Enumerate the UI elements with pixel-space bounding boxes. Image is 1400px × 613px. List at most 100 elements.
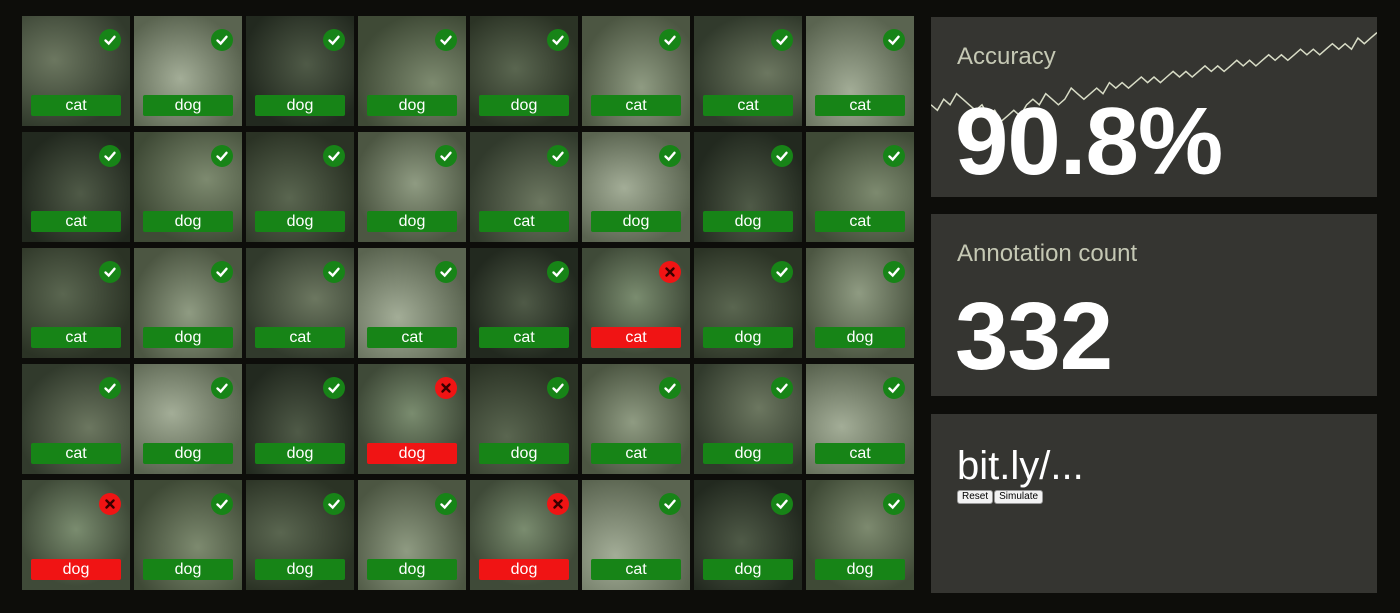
class-label: cat bbox=[255, 327, 345, 348]
image-tile[interactable]: cat bbox=[22, 132, 130, 242]
check-icon bbox=[323, 493, 345, 515]
check-icon bbox=[547, 261, 569, 283]
short-link[interactable]: bit.ly/... bbox=[957, 444, 1084, 489]
check-icon bbox=[435, 145, 457, 167]
class-label: dog bbox=[143, 327, 233, 348]
check-icon bbox=[211, 29, 233, 51]
check-icon bbox=[435, 29, 457, 51]
image-tile[interactable]: cat bbox=[806, 132, 914, 242]
image-tile[interactable]: dog bbox=[22, 480, 130, 590]
check-icon bbox=[99, 145, 121, 167]
cross-icon bbox=[547, 493, 569, 515]
class-label: cat bbox=[31, 95, 121, 116]
check-icon bbox=[771, 377, 793, 399]
cross-icon bbox=[99, 493, 121, 515]
image-tile[interactable]: cat bbox=[22, 364, 130, 474]
image-tile[interactable]: dog bbox=[134, 364, 242, 474]
control-buttons: Reset Simulate bbox=[957, 490, 1044, 504]
simulate-button[interactable]: Simulate bbox=[994, 490, 1044, 504]
image-tile[interactable]: dog bbox=[806, 248, 914, 358]
class-label: dog bbox=[815, 559, 905, 580]
check-icon bbox=[99, 377, 121, 399]
image-tile[interactable]: dog bbox=[470, 480, 578, 590]
image-tile[interactable]: dog bbox=[358, 16, 466, 126]
check-icon bbox=[323, 377, 345, 399]
check-icon bbox=[883, 493, 905, 515]
class-label: cat bbox=[479, 211, 569, 232]
class-label: dog bbox=[815, 327, 905, 348]
class-label: dog bbox=[367, 95, 457, 116]
image-tile[interactable]: dog bbox=[470, 364, 578, 474]
check-icon bbox=[883, 145, 905, 167]
check-icon bbox=[211, 145, 233, 167]
class-label: dog bbox=[143, 95, 233, 116]
class-label: dog bbox=[479, 95, 569, 116]
image-tile[interactable]: dog bbox=[246, 480, 354, 590]
accuracy-panel: Accuracy 90.8% bbox=[931, 17, 1377, 197]
image-tile[interactable]: cat bbox=[806, 364, 914, 474]
class-label: cat bbox=[815, 95, 905, 116]
image-tile[interactable]: cat bbox=[22, 16, 130, 126]
image-tile[interactable]: cat bbox=[470, 132, 578, 242]
image-tile[interactable]: dog bbox=[358, 132, 466, 242]
image-tile[interactable]: dog bbox=[134, 16, 242, 126]
class-label: dog bbox=[479, 559, 569, 580]
check-icon bbox=[211, 261, 233, 283]
image-tile[interactable]: dog bbox=[694, 364, 802, 474]
class-label: cat bbox=[591, 443, 681, 464]
image-tile[interactable]: dog bbox=[246, 16, 354, 126]
image-tile[interactable]: cat bbox=[470, 248, 578, 358]
check-icon bbox=[435, 493, 457, 515]
image-tile[interactable]: dog bbox=[246, 132, 354, 242]
image-tile[interactable]: dog bbox=[470, 16, 578, 126]
check-icon bbox=[659, 493, 681, 515]
check-icon bbox=[883, 377, 905, 399]
class-label: cat bbox=[815, 211, 905, 232]
class-label: cat bbox=[591, 95, 681, 116]
class-label: dog bbox=[255, 443, 345, 464]
class-label: cat bbox=[31, 327, 121, 348]
image-tile[interactable]: dog bbox=[134, 132, 242, 242]
class-label: dog bbox=[143, 443, 233, 464]
cross-icon bbox=[435, 377, 457, 399]
class-label: dog bbox=[143, 559, 233, 580]
class-label: dog bbox=[367, 559, 457, 580]
image-tile[interactable]: cat bbox=[806, 16, 914, 126]
image-tile[interactable]: dog bbox=[806, 480, 914, 590]
image-grid: cat dog dog dog dog cat cat cat cat dog dog dog cat d… bbox=[22, 16, 914, 590]
image-tile[interactable]: cat bbox=[22, 248, 130, 358]
image-tile[interactable]: dog bbox=[134, 480, 242, 590]
image-tile[interactable]: dog bbox=[134, 248, 242, 358]
class-label: dog bbox=[703, 443, 793, 464]
image-tile[interactable]: dog bbox=[694, 132, 802, 242]
class-label: cat bbox=[31, 443, 121, 464]
image-tile[interactable]: cat bbox=[582, 248, 690, 358]
class-label: cat bbox=[479, 327, 569, 348]
check-icon bbox=[771, 29, 793, 51]
image-tile[interactable]: cat bbox=[582, 364, 690, 474]
check-icon bbox=[659, 145, 681, 167]
image-tile[interactable]: dog bbox=[582, 132, 690, 242]
link-panel: bit.ly/... Reset Simulate bbox=[931, 414, 1377, 593]
image-tile[interactable]: dog bbox=[694, 248, 802, 358]
class-label: cat bbox=[591, 327, 681, 348]
image-tile[interactable]: dog bbox=[246, 364, 354, 474]
class-label: dog bbox=[703, 327, 793, 348]
class-label: dog bbox=[479, 443, 569, 464]
accuracy-value: 90.8% bbox=[955, 88, 1223, 195]
image-tile[interactable]: cat bbox=[582, 480, 690, 590]
image-tile[interactable]: dog bbox=[694, 480, 802, 590]
check-icon bbox=[883, 261, 905, 283]
image-tile[interactable]: dog bbox=[358, 480, 466, 590]
image-tile[interactable]: cat bbox=[246, 248, 354, 358]
check-icon bbox=[211, 493, 233, 515]
image-tile[interactable]: cat bbox=[694, 16, 802, 126]
class-label: cat bbox=[703, 95, 793, 116]
class-label: dog bbox=[143, 211, 233, 232]
reset-button[interactable]: Reset bbox=[957, 490, 994, 504]
image-tile[interactable]: dog bbox=[358, 364, 466, 474]
annotation-count-value: 332 bbox=[955, 283, 1113, 390]
image-tile[interactable]: cat bbox=[582, 16, 690, 126]
check-icon bbox=[211, 377, 233, 399]
image-tile[interactable]: cat bbox=[358, 248, 466, 358]
